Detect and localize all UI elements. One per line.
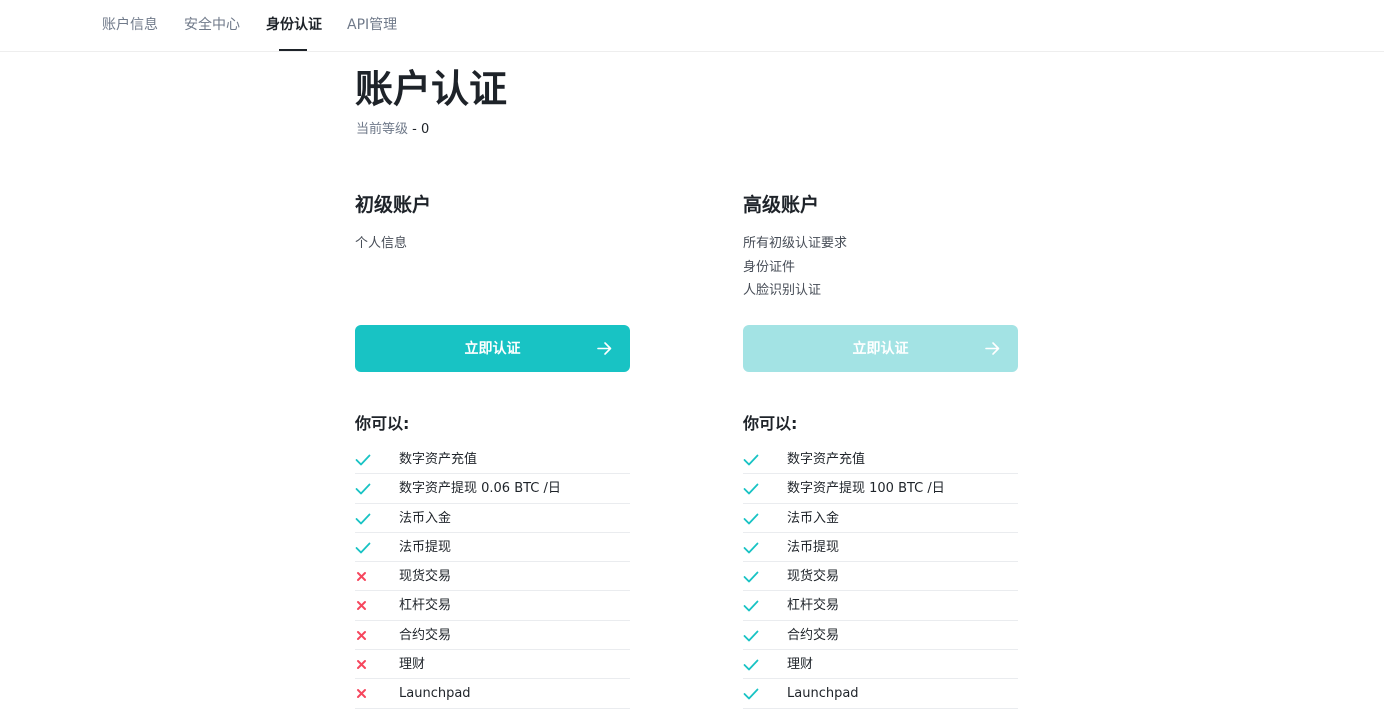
arrow-right-icon (985, 342, 1000, 355)
basic-permissions-title: 你可以: (355, 414, 410, 433)
permission-label: 法币提现 (399, 539, 452, 555)
check-icon (743, 483, 759, 495)
cross-icon (357, 601, 366, 611)
requirement-item: 所有初级认证要求 (743, 236, 848, 251)
basic-account-column: 初级账户 个人信息 立即认证 你可以: 数字资产充值数字资产提现 0.06 BT… (355, 0, 630, 715)
permission-label: 数字资产提现 100 BTC /日 (787, 481, 945, 497)
check-icon (743, 513, 759, 524)
permission-row: 合约交易 (743, 621, 1018, 651)
permission-row: 合约交易 (355, 621, 630, 651)
permission-row: Launchpad (743, 679, 1018, 709)
check-icon (743, 571, 759, 583)
permission-label: 法币入金 (787, 510, 840, 526)
permission-label: 法币入金 (399, 510, 452, 526)
permission-row: Launchpad (355, 679, 630, 709)
tab-security-center[interactable]: 安全中心 (184, 15, 240, 35)
permission-row: 理财 (743, 650, 1018, 680)
active-tab-indicator (279, 49, 307, 51)
permission-label: 法币提现 (787, 539, 840, 555)
permission-row: 理财 (355, 650, 630, 680)
requirement-item: 人脸识别认证 (743, 283, 822, 298)
arrow-right-icon (597, 342, 612, 355)
permission-label: 理财 (787, 657, 814, 673)
check-icon (743, 454, 759, 466)
permission-label: 合约交易 (787, 627, 840, 643)
check-icon (355, 513, 371, 524)
permission-label: Launchpad (787, 686, 859, 702)
permission-label: 理财 (399, 657, 426, 673)
permission-label: 现货交易 (399, 569, 452, 585)
permission-row: 数字资产充值 (355, 445, 630, 475)
check-icon (743, 659, 759, 671)
basic-permissions-list: 数字资产充值数字资产提现 0.06 BTC /日 法币入金法币提现现货交易杠杆交易… (355, 445, 630, 709)
requirement-item: 身份证件 (743, 259, 796, 275)
check-icon (743, 688, 759, 700)
basic-requirements-list: 个人信息 (355, 232, 407, 256)
cross-icon (357, 660, 366, 670)
check-icon (355, 483, 371, 495)
permission-row: 法币入金 (355, 504, 630, 533)
cross-icon (357, 630, 366, 640)
permission-row: 数字资产充值 (743, 445, 1018, 475)
cross-icon (357, 689, 366, 699)
permission-label: 数字资产提现 0.06 BTC /日 (399, 481, 561, 497)
permission-label: 数字资产充值 (787, 452, 866, 467)
check-icon (355, 454, 371, 466)
check-icon (743, 601, 759, 612)
tab-account-info[interactable]: 账户信息 (102, 15, 158, 35)
permission-row: 法币提现 (355, 533, 630, 563)
permission-row: 现货交易 (743, 562, 1018, 592)
advanced-account-title: 高级账户 (743, 194, 820, 216)
permission-row: 数字资产提现 0.06 BTC /日 (355, 474, 630, 504)
permission-label: 现货交易 (787, 569, 840, 585)
permission-row: 杠杆交易 (743, 591, 1018, 621)
basic-verify-button[interactable]: 立即认证 (355, 325, 630, 372)
basic-account-title: 初级账户 (355, 194, 432, 216)
advanced-permissions-title: 你可以: (743, 414, 798, 433)
permission-row: 杠杆交易 (355, 591, 630, 621)
cross-icon (357, 572, 366, 582)
advanced-account-column: 高级账户 所有初级认证要求 身份证件 人脸识别认证 立即认证 你可以: 数字资产… (743, 0, 1018, 715)
check-icon (743, 542, 759, 554)
check-icon (743, 630, 759, 642)
permission-row: 法币提现 (743, 533, 1018, 563)
advanced-verify-button[interactable]: 立即认证 (743, 325, 1018, 372)
permission-label: 杠杆交易 (787, 598, 840, 614)
permission-label: 杠杆交易 (399, 598, 452, 614)
permission-row: 法币入金 (743, 504, 1018, 533)
permission-label: Launchpad (399, 686, 471, 702)
verify-button-label: 立即认证 (464, 341, 521, 357)
tab-identity-verification[interactable]: 身份认证 (266, 15, 322, 35)
requirement-item: 个人信息 (355, 236, 408, 251)
check-icon (355, 542, 371, 554)
verify-button-label: 立即认证 (852, 341, 909, 357)
advanced-permissions-list: 数字资产充值数字资产提现 100 BTC /日 法币入金法币提现现货交易杠杆交易合… (743, 445, 1018, 709)
advanced-requirements-list: 所有初级认证要求 身份证件 人脸识别认证 (743, 232, 847, 303)
permission-label: 数字资产充值 (399, 452, 478, 467)
permission-row: 现货交易 (355, 562, 630, 592)
permission-row: 数字资产提现 100 BTC /日 (743, 474, 1018, 504)
permission-label: 合约交易 (399, 627, 452, 643)
top-navigation: 账户信息 安全中心 身份认证 API管理 (0, 0, 1384, 52)
